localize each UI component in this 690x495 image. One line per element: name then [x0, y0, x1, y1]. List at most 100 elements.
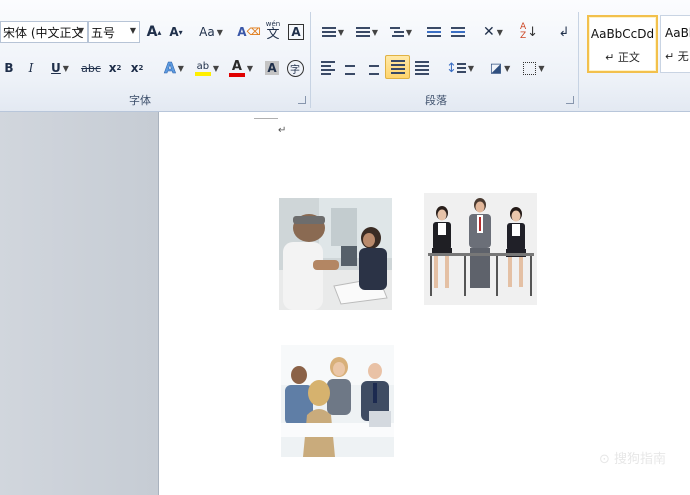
- underline-button[interactable]: U ▼: [44, 57, 76, 79]
- justify-button[interactable]: [385, 55, 410, 79]
- style-no-spacing-name: ↵ 无: [665, 50, 689, 63]
- style-normal-sample: AaBbCcDd: [590, 27, 655, 41]
- line-spacing-icon: ↕: [445, 60, 457, 76]
- font-color-bar: [228, 72, 245, 77]
- font-name-value: 宋体 (中文正文: [3, 25, 84, 40]
- sort-icon: AZ ↓: [519, 22, 539, 41]
- change-case-label: Aa: [199, 25, 215, 39]
- image-counter-service[interactable]: [279, 198, 392, 310]
- subscript-button[interactable]: x2: [106, 57, 124, 79]
- chevron-down-icon: ▼: [129, 26, 136, 35]
- phonetic-guide-button[interactable]: wén 文: [262, 18, 284, 44]
- sort-button[interactable]: AZ ↓: [518, 21, 540, 43]
- line-spacing-lines: [456, 63, 466, 73]
- font-size-combo[interactable]: 五号 ▼: [88, 21, 140, 43]
- chinese-layout-icon: ✕: [483, 24, 495, 40]
- italic-label: I: [28, 61, 34, 75]
- clear-formatting-button[interactable]: A ⌫: [237, 21, 260, 43]
- align-right-button[interactable]: [362, 57, 382, 79]
- decrease-indent-icon: [427, 27, 441, 37]
- change-case-button[interactable]: Aa ▼: [196, 21, 226, 43]
- grow-font-button[interactable]: A ▴: [144, 21, 164, 43]
- align-right-icon: [365, 61, 379, 75]
- image-interview-panel[interactable]: [281, 345, 394, 457]
- italic-button[interactable]: I: [22, 57, 40, 79]
- font-group-label: 字体: [129, 94, 151, 107]
- interview-waiting-illustration: [424, 193, 537, 305]
- character-shading-button[interactable]: A: [262, 57, 282, 79]
- chinese-layout-button[interactable]: ✕ ▼: [478, 21, 508, 43]
- show-marks-button[interactable]: ↲: [554, 21, 574, 43]
- watermark-text: ⊙ 搜狗指南: [598, 452, 666, 467]
- font-dialog-launcher-icon[interactable]: [298, 96, 306, 104]
- image-interview-waiting[interactable]: [424, 193, 537, 305]
- increase-indent-button[interactable]: [448, 21, 468, 43]
- ribbon: 宋体 (中文正文 ▼ 五号 ▼ A ▴ A ▾ Aa ▼ A ⌫ wén 文 A B I…: [0, 0, 690, 112]
- highlight-color-bar: [194, 71, 211, 76]
- strikethrough-button[interactable]: abc: [80, 57, 102, 79]
- align-center-icon: [343, 61, 357, 75]
- paragraph-mark: ↵: [278, 125, 287, 136]
- underline-label: U: [51, 61, 61, 75]
- borders-button[interactable]: ▼: [520, 57, 548, 79]
- highlight-icon: ab: [194, 60, 211, 76]
- style-no-spacing-sample: AaBb: [665, 26, 690, 40]
- chevron-down-icon: ▼: [77, 26, 84, 35]
- superscript-label: x: [130, 61, 139, 75]
- group-divider: [310, 12, 311, 108]
- style-no-spacing[interactable]: AaBb ↵ 无: [660, 15, 690, 73]
- line-spacing-button[interactable]: ↕ ▼: [444, 57, 476, 79]
- paragraph-mark-icon: ↲: [558, 24, 570, 40]
- text-effects-label: A: [164, 59, 176, 78]
- group-divider: [578, 12, 579, 108]
- font-size-value: 五号: [91, 25, 116, 40]
- font-color-button[interactable]: A ▼: [226, 57, 256, 79]
- font-name-combo[interactable]: 宋体 (中文正文 ▼: [0, 21, 88, 43]
- align-left-button[interactable]: [318, 57, 338, 79]
- shading-button[interactable]: ◪ ▼: [484, 57, 516, 79]
- paint-bucket-icon: ◪: [489, 60, 503, 76]
- increase-indent-icon: [451, 27, 465, 37]
- character-border-button[interactable]: A: [286, 21, 306, 43]
- bullets-icon: [321, 27, 336, 37]
- highlight-label: ab: [196, 60, 210, 72]
- shrink-font-button[interactable]: A ▾: [166, 21, 186, 43]
- style-normal[interactable]: AaBbCcDd ↵ 正文: [587, 15, 658, 73]
- paragraph-group-label: 段落: [425, 94, 447, 107]
- style-normal-name: ↵ 正文: [605, 51, 640, 64]
- bold-button[interactable]: B: [0, 57, 18, 79]
- margin-corner-mark: [254, 118, 278, 119]
- shrink-font-label: A: [169, 25, 179, 39]
- highlight-button[interactable]: ab ▼: [192, 57, 222, 79]
- numbering-button[interactable]: ▼: [352, 21, 382, 43]
- enclose-label: 字: [286, 59, 304, 77]
- border-char-label: A: [288, 24, 304, 40]
- enclose-characters-button[interactable]: 字: [284, 57, 306, 79]
- grow-font-label: A: [146, 24, 158, 40]
- interview-panel-illustration: [281, 345, 394, 457]
- superscript-button[interactable]: x2: [128, 57, 146, 79]
- font-color-icon: A: [228, 58, 245, 77]
- distributed-button[interactable]: [412, 57, 432, 79]
- multilevel-list-icon: [389, 27, 404, 37]
- paragraph-dialog-launcher-icon[interactable]: [566, 96, 574, 104]
- bold-label: B: [4, 61, 14, 75]
- multilevel-list-button[interactable]: ▼: [386, 21, 416, 43]
- strike-label: abc: [81, 61, 101, 75]
- bullets-button[interactable]: ▼: [318, 21, 348, 43]
- document-background: [0, 112, 158, 495]
- clear-format-label: A: [237, 25, 247, 39]
- font-color-label: A: [231, 58, 242, 74]
- shading-label: A: [265, 61, 279, 75]
- justify-icon: [390, 60, 405, 74]
- text-effects-button[interactable]: A ▼: [160, 57, 188, 79]
- phonetic-char-label: 文: [266, 27, 280, 42]
- counter-service-illustration: [279, 198, 392, 310]
- align-center-button[interactable]: [340, 57, 360, 79]
- align-left-icon: [321, 61, 335, 75]
- numbering-icon: [355, 27, 370, 37]
- borders-icon: [523, 61, 537, 75]
- distributed-icon: [415, 61, 429, 75]
- subscript-label: x: [108, 61, 117, 75]
- decrease-indent-button[interactable]: [424, 21, 444, 43]
